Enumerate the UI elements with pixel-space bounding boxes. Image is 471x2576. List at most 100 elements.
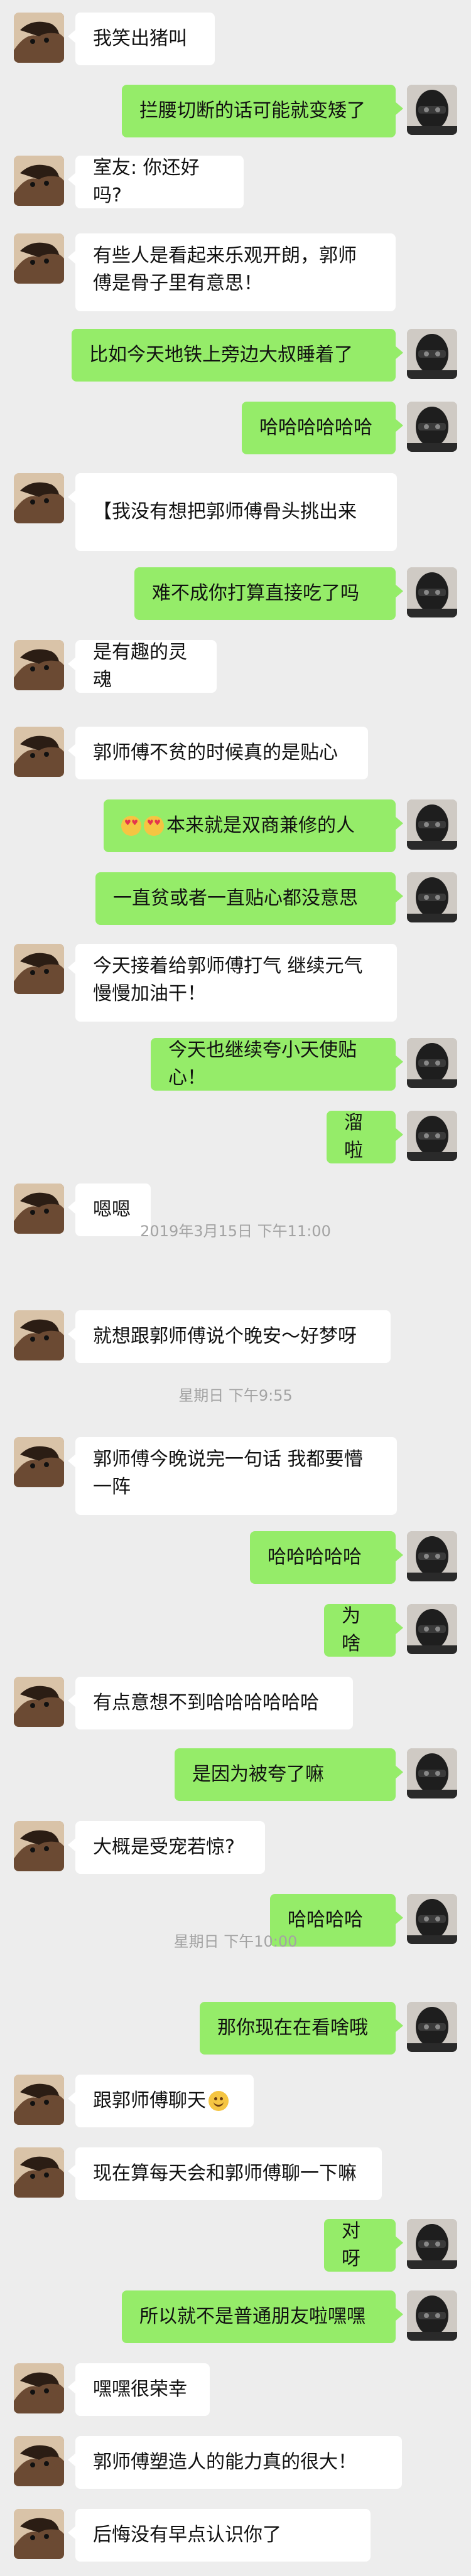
self-avatar[interactable] bbox=[407, 2219, 457, 2269]
message-bubble[interactable]: 所以就不是普通朋友啦嘿嘿 bbox=[122, 2290, 403, 2343]
contact-avatar[interactable] bbox=[14, 13, 64, 63]
self-avatar[interactable] bbox=[407, 567, 457, 617]
message-bubble[interactable]: 我笑出猪叫 bbox=[68, 13, 215, 65]
message-line: 一阵 bbox=[93, 1476, 131, 1498]
message-bubble[interactable]: 郭师傅今晚说完一句话 我都要懵 一阵 bbox=[68, 1437, 397, 1515]
message-bubble[interactable]: 跟郭师傅聊天 bbox=[68, 2075, 254, 2127]
message-text: 溜啦 bbox=[344, 1112, 363, 1162]
self-avatar[interactable] bbox=[407, 329, 457, 379]
message-bubble[interactable]: 哈哈哈哈哈 bbox=[250, 1531, 403, 1584]
contact-avatar[interactable] bbox=[14, 640, 64, 690]
message-row: 郭师傅塑造人的能力真的很大！ bbox=[0, 2436, 471, 2489]
message-row: 对呀 bbox=[0, 2219, 471, 2272]
message-text: 难不成你打算直接吃了吗 bbox=[152, 582, 359, 604]
message-bubble[interactable]: 一直贫或者一直贴心都没意思 bbox=[95, 872, 403, 925]
message-row: 一直贫或者一直贴心都没意思 bbox=[0, 872, 471, 925]
message-bubble[interactable]: 溜啦 bbox=[327, 1111, 403, 1163]
message-text: 就想跟郭师傅说个晚安～好梦呀 bbox=[93, 1325, 357, 1347]
message-row: 为啥 bbox=[0, 1604, 471, 1657]
message-text: 本来就是双商兼修的人 bbox=[166, 815, 355, 836]
self-avatar[interactable] bbox=[407, 1531, 457, 1581]
message-row: 哈哈哈哈哈 bbox=[0, 1531, 471, 1584]
message-line: 有些人是看起来乐观开朗，郭师 bbox=[93, 245, 357, 267]
message-text: 那你现在在看啥哦 bbox=[217, 2017, 368, 2039]
self-avatar[interactable] bbox=[407, 402, 457, 452]
contact-avatar[interactable] bbox=[14, 2363, 64, 2413]
message-row: 是因为被夸了嘛 bbox=[0, 1748, 471, 1801]
contact-avatar[interactable] bbox=[14, 2509, 64, 2559]
message-row: 那你现在在看啥哦 bbox=[0, 2002, 471, 2055]
message-bubble[interactable]: 有点意想不到哈哈哈哈哈哈 bbox=[68, 1677, 353, 1729]
contact-avatar[interactable] bbox=[14, 2147, 64, 2198]
message-bubble[interactable]: 拦腰切断的话可能就变矮了 bbox=[122, 85, 403, 137]
message-text: 一直贫或者一直贴心都没意思 bbox=[113, 887, 358, 909]
contact-avatar[interactable] bbox=[14, 156, 64, 206]
message-bubble[interactable]: 是有趣的灵魂 bbox=[68, 640, 217, 693]
smile-emoji-icon bbox=[208, 2091, 229, 2111]
message-bubble[interactable]: 郭师傅不贫的时候真的是贴心 bbox=[68, 727, 368, 779]
self-avatar[interactable] bbox=[407, 872, 457, 922]
message-bubble[interactable]: 后悔没有早点认识你了 bbox=[68, 2509, 371, 2562]
message-text: 拦腰切断的话可能就变矮了 bbox=[139, 100, 365, 122]
timestamp: 2019年3月15日 下午11:00 bbox=[140, 1222, 331, 1240]
contact-avatar[interactable] bbox=[14, 727, 64, 777]
message-bubble[interactable]: 对呀 bbox=[324, 2219, 403, 2272]
contact-avatar[interactable] bbox=[14, 1821, 64, 1871]
message-bubble[interactable]: 为啥 bbox=[324, 1604, 403, 1657]
contact-avatar[interactable] bbox=[14, 1677, 64, 1727]
message-text: 大概是受宠若惊? bbox=[93, 1836, 235, 1858]
contact-avatar[interactable] bbox=[14, 2075, 64, 2125]
contact-avatar[interactable] bbox=[14, 233, 64, 284]
message-row: 拦腰切断的话可能就变矮了 bbox=[0, 85, 471, 137]
message-bubble[interactable]: 难不成你打算直接吃了吗 bbox=[134, 567, 403, 620]
message-text: 后悔没有早点认识你了 bbox=[93, 2524, 281, 2546]
message-bubble[interactable]: 大概是受宠若惊? bbox=[68, 1821, 265, 1874]
contact-avatar[interactable] bbox=[14, 1310, 64, 1360]
message-row: 后悔没有早点认识你了 bbox=[0, 2509, 471, 2562]
contact-avatar[interactable] bbox=[14, 944, 64, 994]
message-text: 今天接着给郭师傅打气 继续元气 慢慢加油干！ bbox=[93, 953, 363, 1008]
contact-avatar[interactable] bbox=[14, 473, 64, 523]
self-avatar[interactable] bbox=[407, 1111, 457, 1161]
self-avatar[interactable] bbox=[407, 2290, 457, 2341]
message-bubble[interactable]: 是因为被夸了嘛 bbox=[175, 1748, 403, 1801]
timestamp: 星期日 下午10:00 bbox=[173, 1933, 298, 1950]
message-bubble[interactable]: 就想跟郭师傅说个晚安～好梦呀 bbox=[68, 1310, 391, 1363]
self-avatar[interactable] bbox=[407, 1604, 457, 1654]
contact-avatar[interactable] bbox=[14, 1437, 64, 1487]
message-row: 今天也继续夸小天使贴心！ bbox=[0, 1038, 471, 1091]
message-bubble[interactable]: 本来就是双商兼修的人 bbox=[104, 799, 403, 852]
message-line: 傅是骨子里有意思！ bbox=[93, 272, 263, 294]
message-bubble[interactable]: 有些人是看起来乐观开朗，郭师 傅是骨子里有意思！ bbox=[68, 233, 396, 311]
message-row: 溜啦 bbox=[0, 1111, 471, 1163]
message-row: 是有趣的灵魂 bbox=[0, 640, 471, 693]
message-line: 今天接着给郭师傅打气 继续元气 bbox=[93, 955, 363, 977]
message-row: 郭师傅今晚说完一句话 我都要懵 一阵 bbox=[0, 1437, 471, 1515]
message-text: 郭师傅今晚说完一句话 我都要懵 一阵 bbox=[93, 1446, 363, 1501]
contact-avatar[interactable] bbox=[14, 2436, 64, 2486]
message-text: 哈哈哈哈哈哈 bbox=[259, 417, 372, 439]
self-avatar[interactable] bbox=[407, 1038, 457, 1088]
message-bubble[interactable]: 【我没有想把郭师傅骨头挑出来 bbox=[68, 473, 397, 551]
message-text: 有点意想不到哈哈哈哈哈哈 bbox=[93, 1692, 319, 1714]
self-avatar[interactable] bbox=[407, 85, 457, 135]
message-bubble[interactable]: 郭师傅塑造人的能力真的很大！ bbox=[68, 2436, 402, 2489]
self-avatar[interactable] bbox=[407, 2002, 457, 2052]
message-bubble[interactable]: 嘿嘿很荣幸 bbox=[68, 2363, 210, 2416]
message-text: 我笑出猪叫 bbox=[93, 28, 187, 50]
message-bubble[interactable]: 比如今天地铁上旁边大叔睡着了 bbox=[72, 329, 403, 382]
message-bubble[interactable]: 今天接着给郭师傅打气 继续元气 慢慢加油干！ bbox=[68, 944, 397, 1022]
message-row: 大概是受宠若惊? bbox=[0, 1821, 471, 1874]
message-bubble[interactable]: 现在算每天会和郭师傅聊一下嘛 bbox=[68, 2147, 382, 2200]
self-avatar[interactable] bbox=[407, 799, 457, 850]
message-text: 今天也继续夸小天使贴心！ bbox=[168, 1039, 357, 1089]
message-bubble[interactable]: 那你现在在看啥哦 bbox=[200, 2002, 403, 2055]
message-text: 现在算每天会和郭师傅聊一下嘛 bbox=[93, 2162, 357, 2184]
heart-eyes-emoji-icon bbox=[121, 816, 141, 836]
message-bubble[interactable]: 今天也继续夸小天使贴心！ bbox=[151, 1038, 403, 1091]
self-avatar[interactable] bbox=[407, 1748, 457, 1798]
message-bubble[interactable]: 室友: 你还好吗? bbox=[68, 156, 244, 208]
message-text: 比如今天地铁上旁边大叔睡着了 bbox=[89, 344, 353, 366]
message-row: 本来就是双商兼修的人 bbox=[0, 799, 471, 852]
message-bubble[interactable]: 哈哈哈哈哈哈 bbox=[242, 402, 403, 454]
